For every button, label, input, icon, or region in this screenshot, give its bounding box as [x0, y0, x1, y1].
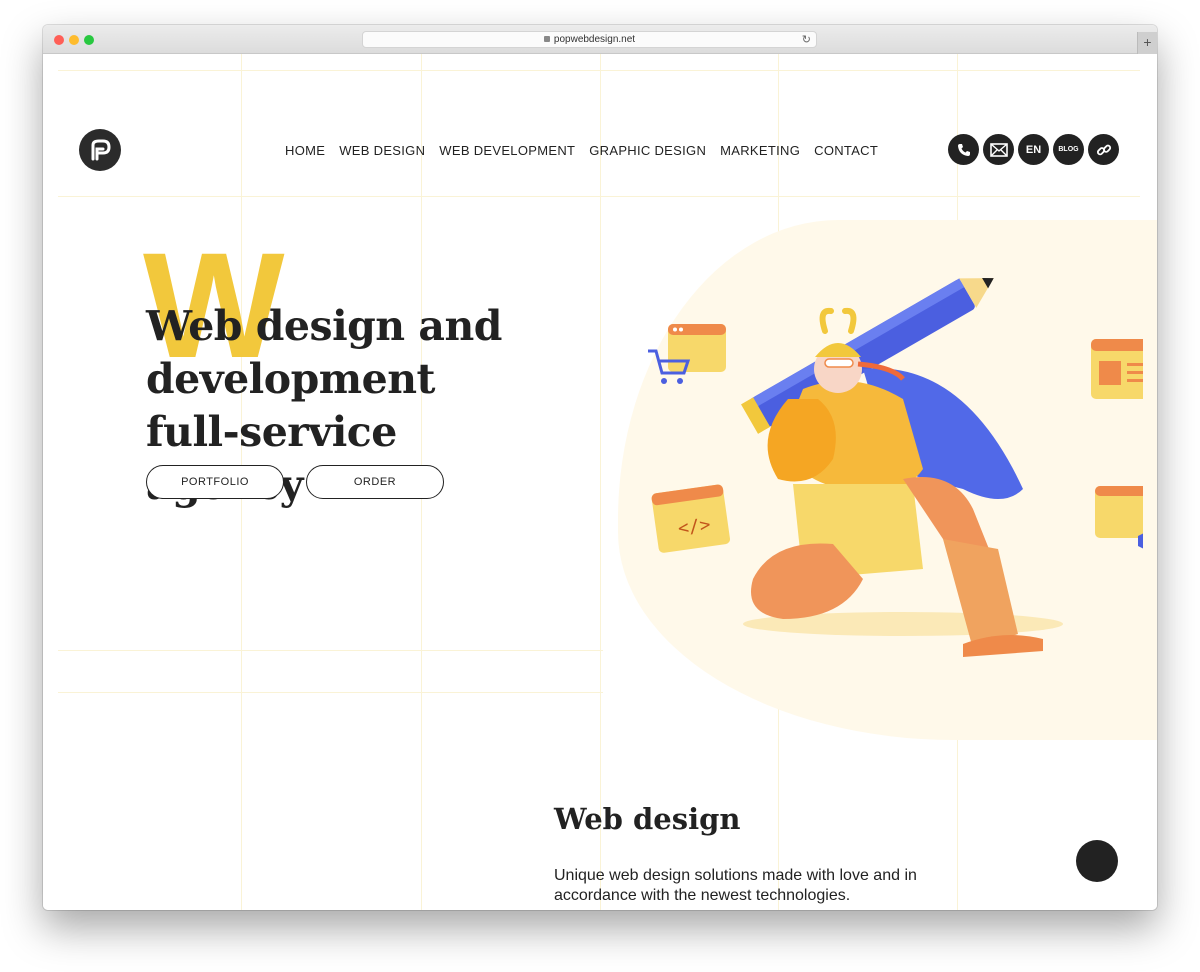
- samurai-illustration: </>: [648, 277, 1143, 657]
- browser-window: popwebdesign.net ↻ + HOME WEB DESIGN WEB…: [43, 25, 1157, 910]
- grid-line: [600, 54, 601, 910]
- nav-link-marketing[interactable]: MARKETING: [720, 143, 800, 158]
- close-window-button[interactable]: [54, 35, 64, 45]
- nav-link-web-development[interactable]: WEB DEVELOPMENT: [439, 143, 575, 158]
- mail-icon: [989, 142, 1008, 157]
- chat-button[interactable]: [1076, 840, 1118, 882]
- portfolio-button[interactable]: PORTFOLIO: [146, 465, 284, 499]
- headline-line: development: [146, 355, 435, 403]
- mail-button[interactable]: [983, 134, 1014, 165]
- main-nav: HOME WEB DESIGN WEB DEVELOPMENT GRAPHIC …: [285, 143, 878, 158]
- logo-mark-icon: [91, 139, 111, 161]
- link-icon: [1096, 144, 1111, 155]
- web-page: HOME WEB DESIGN WEB DEVELOPMENT GRAPHIC …: [43, 54, 1157, 910]
- phone-button[interactable]: [948, 134, 979, 165]
- site-logo[interactable]: [79, 129, 121, 171]
- new-tab-button[interactable]: +: [1137, 32, 1157, 54]
- nav-link-home[interactable]: HOME: [285, 143, 325, 158]
- address-bar-url: popwebdesign.net: [553, 34, 636, 45]
- language-button[interactable]: EN: [1018, 134, 1049, 165]
- grid-line: [58, 70, 1140, 71]
- blog-button[interactable]: BLOG: [1053, 134, 1084, 165]
- maximize-window-button[interactable]: [84, 35, 94, 45]
- grid-line: [58, 692, 603, 693]
- reload-icon[interactable]: ↻: [802, 33, 811, 47]
- grid-line: [58, 650, 603, 651]
- nav-link-graphic-design[interactable]: GRAPHIC DESIGN: [589, 143, 706, 158]
- phone-icon: [957, 143, 970, 156]
- screenshot-stage: popwebdesign.net ↻ + HOME WEB DESIGN WEB…: [0, 0, 1200, 972]
- nav-link-contact[interactable]: CONTACT: [814, 143, 878, 158]
- section-description: Unique web design solutions made with lo…: [554, 867, 917, 904]
- browser-toolbar: popwebdesign.net ↻ +: [43, 25, 1157, 54]
- headline-line: Web design and: [146, 302, 502, 350]
- minimize-window-button[interactable]: [69, 35, 79, 45]
- nav-link-web-design[interactable]: WEB DESIGN: [339, 143, 425, 158]
- grid-line: [58, 196, 1140, 197]
- address-bar[interactable]: popwebdesign.net ↻: [362, 31, 817, 48]
- link-button[interactable]: [1088, 134, 1119, 165]
- lock-icon: [543, 36, 550, 42]
- header-icon-buttons: EN BLOG: [948, 134, 1119, 165]
- order-button[interactable]: ORDER: [306, 465, 444, 499]
- section-title: Web design: [554, 802, 741, 836]
